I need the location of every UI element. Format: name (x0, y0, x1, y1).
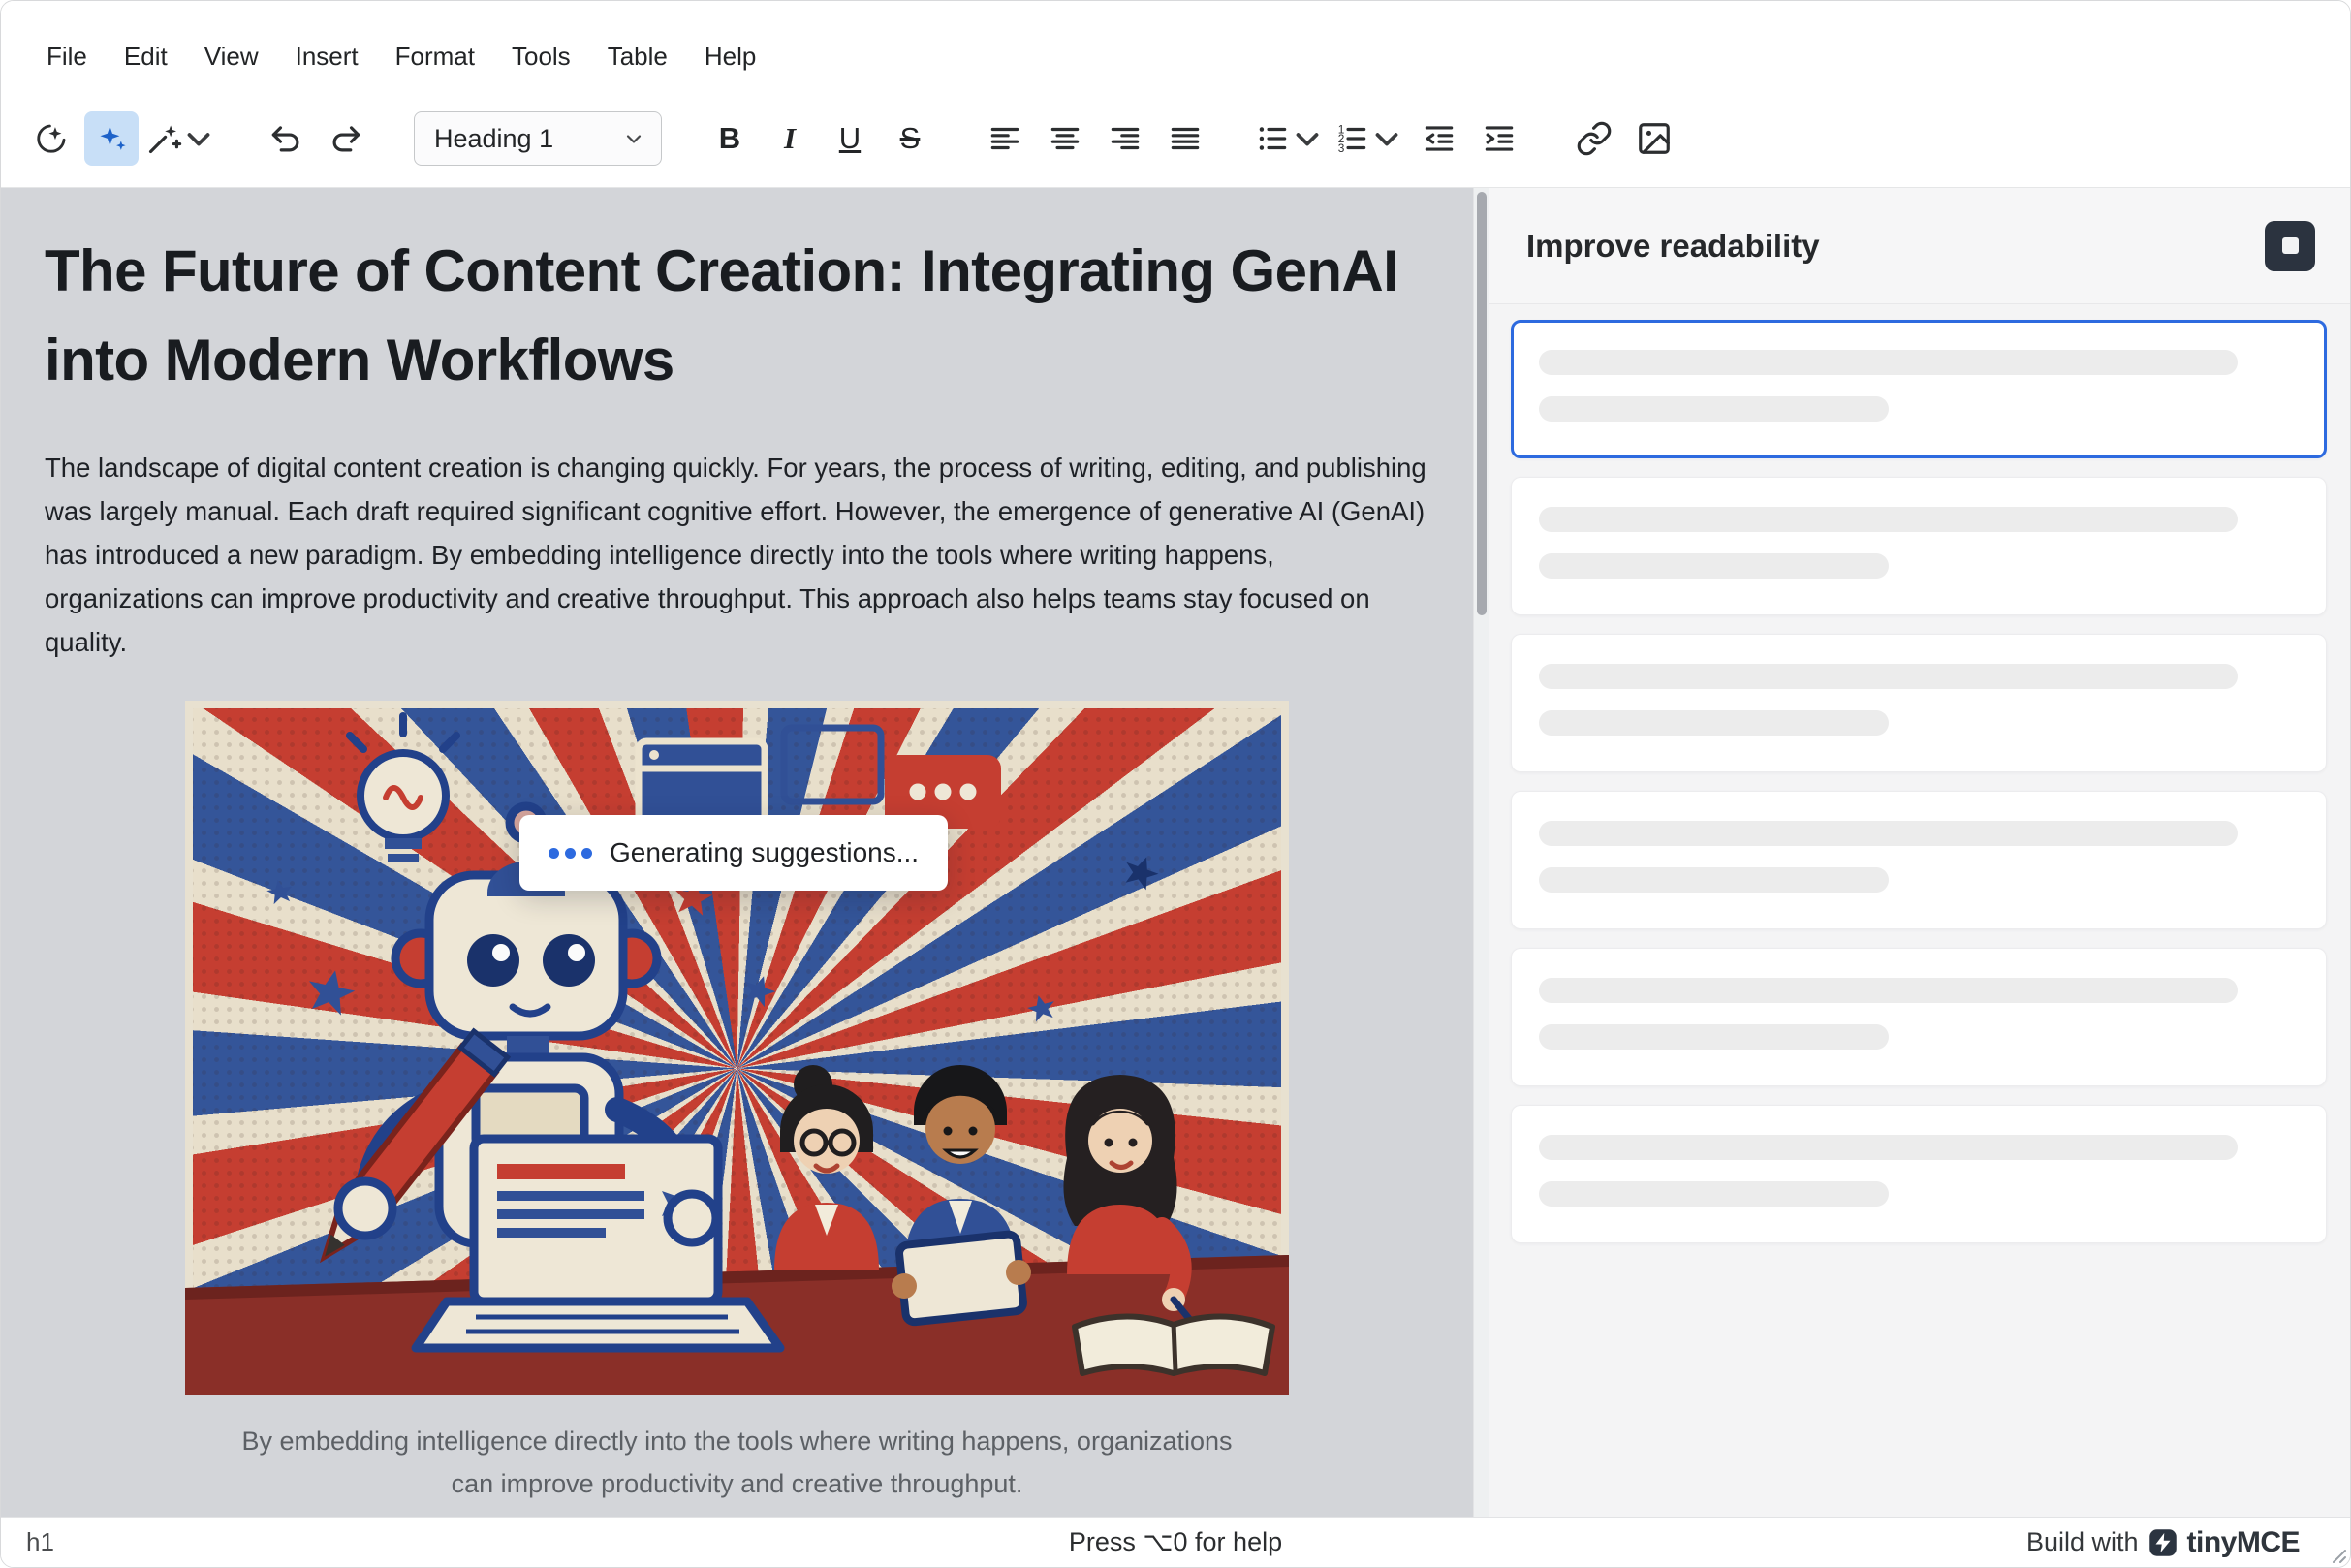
outdent-icon[interactable] (1412, 111, 1466, 166)
image-icon[interactable] (1627, 111, 1681, 166)
suggestion-skeleton-card[interactable] (1511, 791, 2327, 929)
document-title: The Future of Content Creation: Integrat… (45, 227, 1429, 405)
editor-scrollbar[interactable] (1473, 188, 1489, 1517)
align-left-icon[interactable] (978, 111, 1032, 166)
indent-icon[interactable] (1472, 111, 1526, 166)
suggestion-skeleton-card[interactable] (1511, 1105, 2327, 1243)
ai-shortcuts-icon[interactable] (144, 111, 218, 166)
document-paragraph: The landscape of digital content creatio… (45, 446, 1429, 664)
ai-tools-group (24, 111, 218, 166)
align-center-icon[interactable] (1038, 111, 1092, 166)
history-group (259, 111, 373, 166)
skeleton-line (1539, 710, 1889, 736)
skeleton-line (1539, 1024, 1889, 1050)
article-illustration[interactable] (185, 701, 1289, 1395)
ai-assistant-icon[interactable] (24, 111, 78, 166)
menu-tools[interactable]: Tools (493, 32, 589, 81)
italic-button[interactable]: I (763, 111, 817, 166)
block-format-select[interactable]: Heading 1 (414, 111, 662, 166)
underline-button[interactable]: U (823, 111, 877, 166)
chevron-down-icon (1289, 120, 1326, 157)
menu-format[interactable]: Format (377, 32, 493, 81)
chevron-down-icon (1368, 120, 1405, 157)
ai-improve-icon[interactable] (84, 111, 139, 166)
suggestion-skeleton-card[interactable] (1511, 634, 2327, 772)
list-group: 1 2 3 (1253, 111, 1526, 166)
suggestions-list (1489, 304, 2350, 1517)
tinymce-logo-icon (2148, 1528, 2178, 1557)
skeleton-line (1539, 821, 2238, 846)
stop-icon (2282, 237, 2299, 254)
help-shortcut-label: Press ⌥0 for help (1069, 1527, 1282, 1557)
image-caption: By embedding intelligence directly into … (185, 1420, 1289, 1505)
skeleton-line (1539, 1181, 1889, 1207)
editor-window: File Edit View Insert Format Tools Table… (0, 0, 2351, 1568)
undo-icon[interactable] (259, 111, 313, 166)
chevron-down-icon (622, 127, 645, 150)
svg-text:3: 3 (1338, 141, 1345, 155)
element-path[interactable]: h1 (26, 1527, 54, 1557)
bold-button[interactable]: B (703, 111, 757, 166)
bullet-list-icon[interactable] (1253, 111, 1327, 166)
redo-icon[interactable] (319, 111, 373, 166)
menu-help[interactable]: Help (686, 32, 774, 81)
skeleton-line (1539, 867, 1889, 893)
align-right-icon[interactable] (1098, 111, 1152, 166)
tinymce-branding[interactable]: Build with tinyMCE (2026, 1526, 2325, 1559)
resize-handle-icon[interactable] (2325, 1542, 2348, 1565)
sidebar-title: Improve readability (1526, 228, 1820, 265)
generating-toast-label: Generating suggestions... (610, 837, 919, 868)
suggestion-skeleton-card[interactable] (1511, 320, 2327, 458)
popart-scene (185, 701, 1289, 1395)
scrollbar-thumb[interactable] (1477, 192, 1487, 615)
toolbar: Heading 1 B I U S (1, 98, 2350, 187)
main-area: The Future of Content Creation: Integrat… (1, 187, 2350, 1517)
suggestion-skeleton-card[interactable] (1511, 948, 2327, 1086)
skeleton-line (1539, 1135, 2238, 1160)
skeleton-line (1539, 664, 2238, 689)
menu-table[interactable]: Table (589, 32, 686, 81)
menu-edit[interactable]: Edit (106, 32, 186, 81)
suggestion-skeleton-card[interactable] (1511, 477, 2327, 615)
menu-insert[interactable]: Insert (277, 32, 377, 81)
block-format-value: Heading 1 (434, 124, 553, 154)
align-group (978, 111, 1212, 166)
text-format-group: B I U S (703, 111, 937, 166)
menu-file[interactable]: File (28, 32, 106, 81)
link-icon[interactable] (1567, 111, 1621, 166)
numbered-list-icon[interactable]: 1 2 3 (1332, 111, 1406, 166)
skeleton-line (1539, 350, 2238, 375)
sidebar-header: Improve readability (1489, 188, 2350, 304)
skeleton-line (1539, 396, 1889, 422)
typing-dots-icon (549, 848, 592, 859)
skeleton-line (1539, 553, 1889, 579)
menu-view[interactable]: View (186, 32, 277, 81)
strikethrough-button[interactable]: S (883, 111, 937, 166)
generating-toast: Generating suggestions... (519, 815, 948, 891)
skeleton-line (1539, 507, 2238, 532)
chevron-down-icon (180, 120, 217, 157)
stop-generating-button[interactable] (2265, 221, 2315, 271)
skeleton-line (1539, 978, 2238, 1003)
statusbar: h1 Press ⌥0 for help Build with tinyMCE (1, 1517, 2350, 1567)
editor-canvas[interactable]: The Future of Content Creation: Integrat… (1, 188, 1473, 1517)
ai-suggestions-sidebar: Improve readability (1489, 188, 2350, 1517)
menubar: File Edit View Insert Format Tools Table… (1, 1, 2350, 98)
insert-group (1567, 111, 1681, 166)
align-justify-icon[interactable] (1158, 111, 1212, 166)
